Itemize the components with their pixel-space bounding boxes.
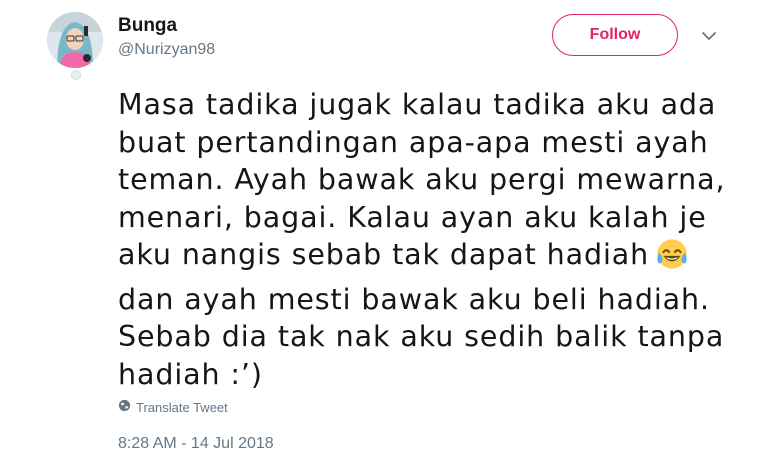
avatar[interactable] <box>47 12 103 68</box>
chevron-down-icon[interactable] <box>699 28 719 44</box>
tweet-card: Bunga @Nurizyan98 Follow Masa tadika jug… <box>0 0 766 466</box>
tweet-text: Masa tadika jugak kalau tadika aku ada b… <box>118 86 738 393</box>
tweet-line: dan ayah mesti bawak aku beli hadiah. <box>118 282 710 316</box>
translate-label: Translate Tweet <box>136 399 228 415</box>
tears-of-joy-emoji <box>655 237 689 281</box>
tweet-line: Sebab dia tak nak aku sedih balik tanpa <box>118 320 725 353</box>
user-handle[interactable]: @Nurizyan98 <box>118 41 215 59</box>
tweet-line: aku nangis sebab tak dapat hadiah <box>118 238 650 271</box>
avatar-status-dot <box>71 70 81 80</box>
tweet-line: hadiah :’) <box>118 357 263 391</box>
tweet-line: buat pertandingan apa-apa mesti ayah <box>118 125 709 159</box>
tweet-line-with-emoji: aku nangis sebab tak dapat hadiah <box>118 236 738 281</box>
avatar-image <box>47 12 103 68</box>
tweet-line: Masa tadika jugak kalau tadika aku ada <box>118 88 717 121</box>
follow-button[interactable]: Follow <box>552 14 678 56</box>
tweet-line: menari, bagai. Kalau ayan aku kalah je <box>118 200 707 234</box>
tweet-line: teman. Ayah bawak aku pergi mewarna, <box>118 163 726 196</box>
display-name[interactable]: Bunga <box>118 15 177 37</box>
tweet-timestamp[interactable]: 8:28 AM - 14 Jul 2018 <box>118 435 274 453</box>
globe-icon <box>118 399 131 415</box>
translate-tweet-link[interactable]: Translate Tweet <box>118 399 228 415</box>
